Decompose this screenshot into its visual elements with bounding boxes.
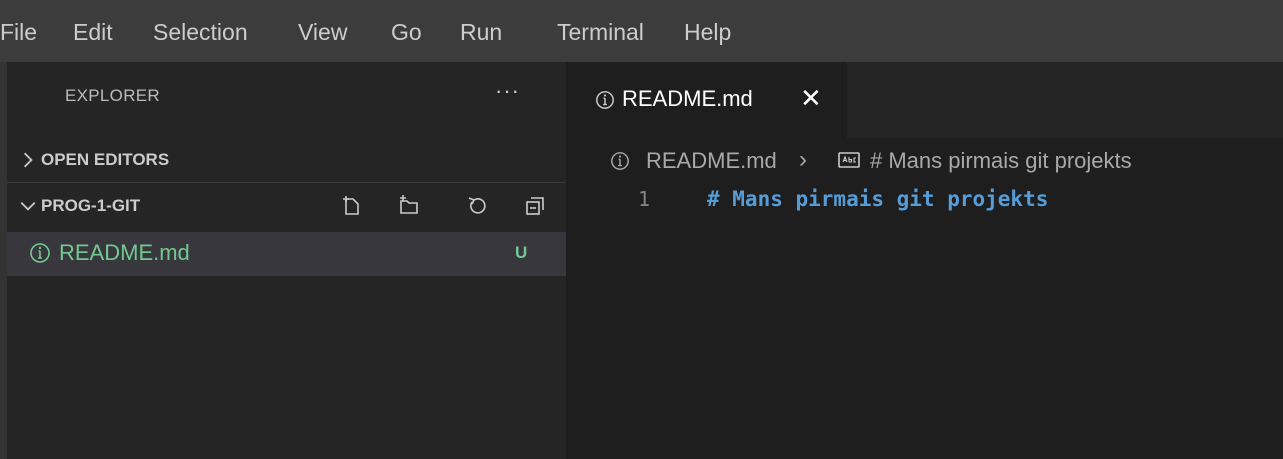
- chevron-right-icon: [23, 152, 33, 168]
- tab-label: README.md: [622, 86, 753, 111]
- new-file-icon[interactable]: [340, 194, 364, 218]
- breadcrumb-separator: ›: [799, 146, 807, 173]
- file-name: README.md: [59, 240, 190, 265]
- menu-selection[interactable]: Selection: [153, 14, 248, 50]
- explorer-sidebar: EXPLORER ··· OPEN EDITORS PROG-1-GIT REA…: [7, 62, 566, 459]
- menu-view[interactable]: View: [298, 14, 347, 50]
- section-project[interactable]: PROG-1-GIT: [7, 184, 566, 228]
- info-icon: [611, 152, 629, 170]
- tab-bar: README.md ✕: [566, 62, 1283, 138]
- code-text[interactable]: # Mans pirmais git projekts: [707, 187, 1048, 211]
- menu-bar: File Edit Selection View Go Run Terminal…: [0, 0, 1283, 62]
- menu-go[interactable]: Go: [391, 14, 422, 50]
- editor-area: README.md ✕ README.md › # Mans pirmais g…: [566, 62, 1283, 459]
- activity-bar-edge: [0, 62, 7, 459]
- section-label-open-editors: OPEN EDITORS: [41, 150, 170, 169]
- info-icon: [596, 91, 614, 109]
- menu-file[interactable]: File: [0, 14, 37, 50]
- chevron-down-icon: [20, 201, 36, 211]
- menu-edit[interactable]: Edit: [73, 14, 113, 50]
- refresh-icon[interactable]: [465, 194, 489, 218]
- vscode-window: File Edit Selection View Go Run Terminal…: [0, 0, 1283, 459]
- breadcrumb: README.md › # Mans pirmais git projekts: [566, 138, 1283, 182]
- git-status-badge: U: [515, 243, 528, 262]
- explorer-title: EXPLORER: [65, 86, 160, 105]
- more-actions-icon[interactable]: ···: [495, 78, 520, 104]
- file-row-readme[interactable]: README.md U: [7, 232, 566, 276]
- section-label-project: PROG-1-GIT: [41, 196, 141, 215]
- collapse-all-icon[interactable]: [523, 194, 547, 218]
- code-line[interactable]: 1 # Mans pirmais git projekts: [566, 182, 1283, 218]
- line-number: 1: [638, 187, 651, 211]
- info-icon: [30, 243, 50, 263]
- new-folder-icon[interactable]: [397, 194, 421, 218]
- section-open-editors[interactable]: OPEN EDITORS: [7, 138, 566, 183]
- tab-readme[interactable]: README.md ✕: [566, 62, 847, 138]
- menu-run[interactable]: Run: [460, 14, 502, 50]
- breadcrumb-file[interactable]: README.md: [646, 148, 777, 174]
- menu-help[interactable]: Help: [684, 14, 731, 50]
- menu-terminal[interactable]: Terminal: [557, 14, 644, 50]
- string-symbol-icon: [838, 152, 860, 168]
- breadcrumb-heading[interactable]: # Mans pirmais git projekts: [870, 148, 1132, 174]
- close-icon[interactable]: ✕: [800, 83, 822, 114]
